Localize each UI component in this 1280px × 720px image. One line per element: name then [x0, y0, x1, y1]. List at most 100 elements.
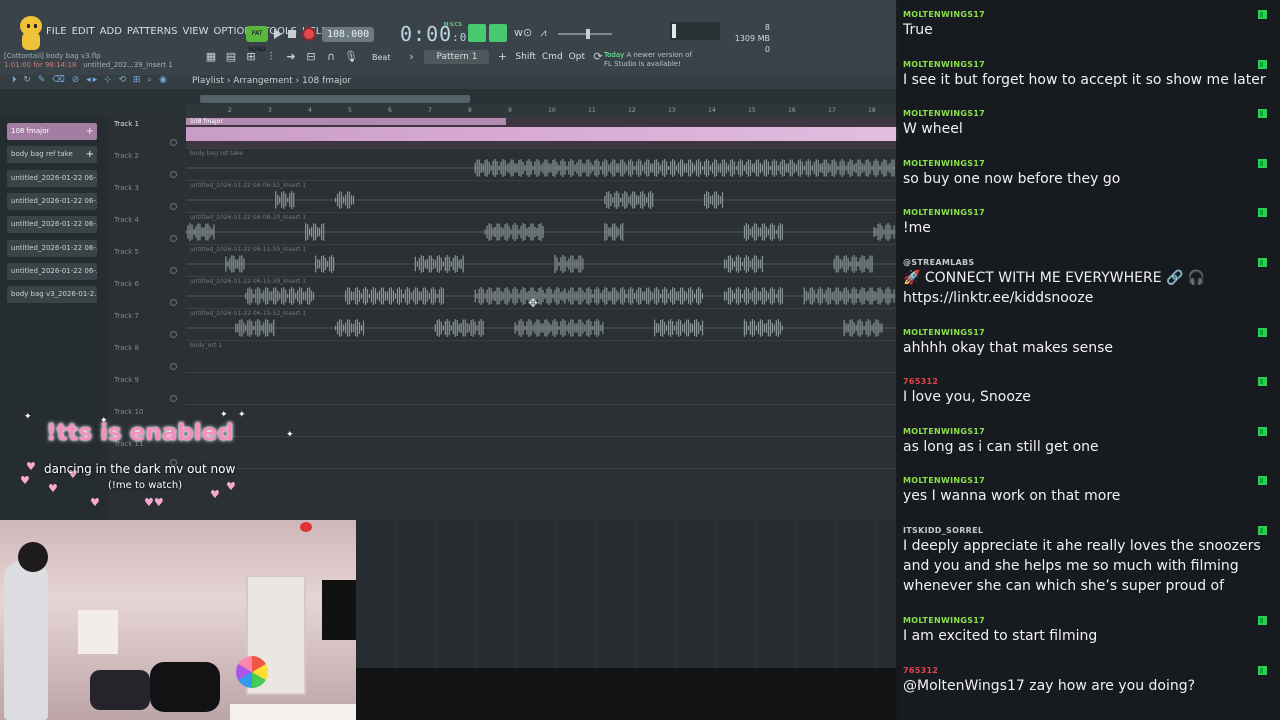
chat-username[interactable]: MOLTENWINGS17: [903, 10, 1267, 19]
playlist-scrollbar[interactable]: [200, 95, 470, 103]
track-mute-icon[interactable]: [170, 267, 177, 274]
moderator-badge-icon: [1258, 109, 1267, 118]
picker-clip[interactable]: untitled_2026-01-22 06-...: [7, 262, 97, 280]
track-mute-icon[interactable]: [170, 203, 177, 210]
chat-username[interactable]: MOLTENWINGS17: [903, 616, 1267, 625]
track-lane[interactable]: [186, 437, 898, 469]
track-lane[interactable]: body bag ref take: [186, 149, 898, 181]
chat-username[interactable]: MOLTENWINGS17: [903, 208, 1267, 217]
track-lane[interactable]: untitled_2026-01-22 06-06-52_Insert 1: [186, 181, 898, 213]
pattern-selector[interactable]: Pattern 1: [424, 50, 490, 64]
chat-username[interactable]: MOLTENWINGS17: [903, 476, 1267, 485]
track-mute-icon[interactable]: [170, 427, 177, 434]
tempo-display[interactable]: 108.000: [322, 26, 375, 42]
track-mute-icon[interactable]: [170, 235, 177, 242]
menu-view[interactable]: VIEW: [183, 26, 209, 37]
chat-text: W wheel: [903, 121, 963, 137]
track-name[interactable]: Track 10: [114, 408, 143, 416]
track-name[interactable]: Track 1: [114, 120, 139, 128]
track-lane[interactable]: untitled_2026-01-22 06-19-52_Insert 1: [186, 309, 898, 341]
track-mute-icon[interactable]: [170, 171, 177, 178]
channel-rack-icon[interactable]: ⊞: [244, 50, 258, 64]
metronome-icon[interactable]: ⩘: [540, 26, 546, 40]
snap-selector[interactable]: Beat: [372, 53, 390, 62]
track-mute-icon[interactable]: [170, 363, 177, 370]
menu-file[interactable]: FILE: [46, 26, 67, 37]
opt-button[interactable]: Opt: [569, 52, 585, 62]
track-mute-icon[interactable]: [170, 395, 177, 402]
chat-username[interactable]: 765312: [903, 666, 1267, 675]
news-panel[interactable]: Today A newer version of FL Studio is av…: [604, 51, 692, 69]
piano-roll-icon[interactable]: ▤: [224, 50, 238, 64]
track-lane[interactable]: 108 fmajor: [186, 117, 898, 149]
shift-button[interactable]: Shift: [515, 52, 535, 62]
menu-patterns[interactable]: PATTERNS: [127, 26, 178, 37]
menu-add[interactable]: ADD: [100, 26, 122, 37]
chat-username[interactable]: ITSKIDD_SORREL: [903, 526, 1267, 535]
arrow-icon[interactable]: ➜: [284, 50, 298, 64]
picker-clip[interactable]: untitled_2026-01-22 06-...: [7, 169, 97, 187]
refresh-icon[interactable]: ⟳: [591, 50, 605, 64]
track-name[interactable]: Track 2: [114, 152, 139, 160]
chat-username[interactable]: @STREAMLABS: [903, 258, 1267, 267]
track-name[interactable]: Track 11: [114, 440, 143, 448]
playlist-grid[interactable]: [356, 520, 900, 668]
chat-username[interactable]: 765312: [903, 377, 1267, 386]
master-volume-slider[interactable]: [558, 29, 612, 39]
ruler-tick: 16: [788, 107, 796, 114]
plus-icon[interactable]: +: [86, 146, 94, 163]
mic-icon[interactable]: 🎙: [344, 50, 358, 64]
wait-icon[interactable]: w⊙: [514, 26, 532, 40]
monitor: [322, 580, 356, 640]
picker-clip[interactable]: 108 fmajor +: [7, 123, 97, 140]
chat-username[interactable]: MOLTENWINGS17: [903, 159, 1267, 168]
add-pattern-icon[interactable]: +: [495, 50, 509, 64]
moderator-badge-icon: [1258, 666, 1267, 675]
track-mute-icon[interactable]: [170, 139, 177, 146]
typing-keyboard-icon[interactable]: [468, 24, 486, 42]
playlist-tool-icons[interactable]: ⏵ ↻ ✎ ⌫ ⊘ ◂▸ ⊹ ⟲ ⊞ ⌕ ◉: [12, 75, 169, 85]
pattern-arrow-icon[interactable]: ›: [404, 50, 418, 64]
track-mute-icon[interactable]: [170, 459, 177, 466]
chat-username[interactable]: MOLTENWINGS17: [903, 109, 1267, 118]
pat-song-toggle[interactable]: PAT SONG: [246, 26, 268, 53]
menu-edit[interactable]: EDIT: [72, 26, 95, 37]
track-name[interactable]: Track 8: [114, 344, 139, 352]
ruler-tick: 3: [268, 107, 272, 114]
chat-username[interactable]: MOLTENWINGS17: [903, 427, 1267, 436]
track-lane[interactable]: [186, 373, 898, 405]
track-lane[interactable]: untitled_2026-01-22 06-08-20_Insert 1: [186, 213, 898, 245]
chat-username[interactable]: MOLTENWINGS17: [903, 328, 1267, 337]
record-icon[interactable]: [302, 27, 316, 41]
picker-clip[interactable]: untitled_2026-01-22 06-...: [7, 239, 97, 257]
track-name[interactable]: Track 7: [114, 312, 139, 320]
stop-icon[interactable]: [288, 30, 296, 38]
track-mute-icon[interactable]: [170, 299, 177, 306]
cmd-button[interactable]: Cmd: [542, 52, 563, 62]
picker-clip[interactable]: body bag ref take +: [7, 146, 97, 164]
track-lane[interactable]: untitled_2026-01-22 06-11-59_Insert 1: [186, 245, 898, 277]
timeline-ruler[interactable]: 2 3 4 5 6 7 8 9 10 11 12 13 14 15 16 17 18: [186, 104, 896, 117]
browser-icon[interactable]: ⊟: [304, 50, 318, 64]
picker-clip[interactable]: body bag v3_2026-01-2...: [7, 286, 97, 304]
track-name[interactable]: Track 3: [114, 184, 139, 192]
track-lane[interactable]: [186, 405, 898, 437]
track-lane[interactable]: body_ert 1: [186, 341, 898, 373]
ruler-tick: 2: [228, 107, 232, 114]
mixer-icon[interactable]: ⫶: [264, 50, 278, 64]
track-name[interactable]: Track 6: [114, 280, 139, 288]
chat-username[interactable]: MOLTENWINGS17: [903, 60, 1267, 69]
track-name[interactable]: Track 5: [114, 248, 139, 256]
track-lane[interactable]: untitled_2026-01-22 06-15-39_Insert 1: [186, 277, 898, 309]
step-record-icon[interactable]: [489, 24, 507, 42]
magnet-icon[interactable]: ∩: [324, 50, 338, 64]
picker-clip[interactable]: untitled_2026-01-22 06-...: [7, 216, 97, 234]
chat-message: MOLTENWINGS17 True: [903, 10, 1267, 40]
playlist-icon[interactable]: ▦: [204, 50, 218, 64]
picker-clip[interactable]: untitled_2026-01-22 06-...: [7, 192, 97, 210]
track-mute-icon[interactable]: [170, 331, 177, 338]
track-name[interactable]: Track 9: [114, 376, 139, 384]
track-name[interactable]: Track 4: [114, 216, 139, 224]
plus-icon[interactable]: +: [86, 123, 94, 140]
play-icon[interactable]: [274, 29, 282, 39]
